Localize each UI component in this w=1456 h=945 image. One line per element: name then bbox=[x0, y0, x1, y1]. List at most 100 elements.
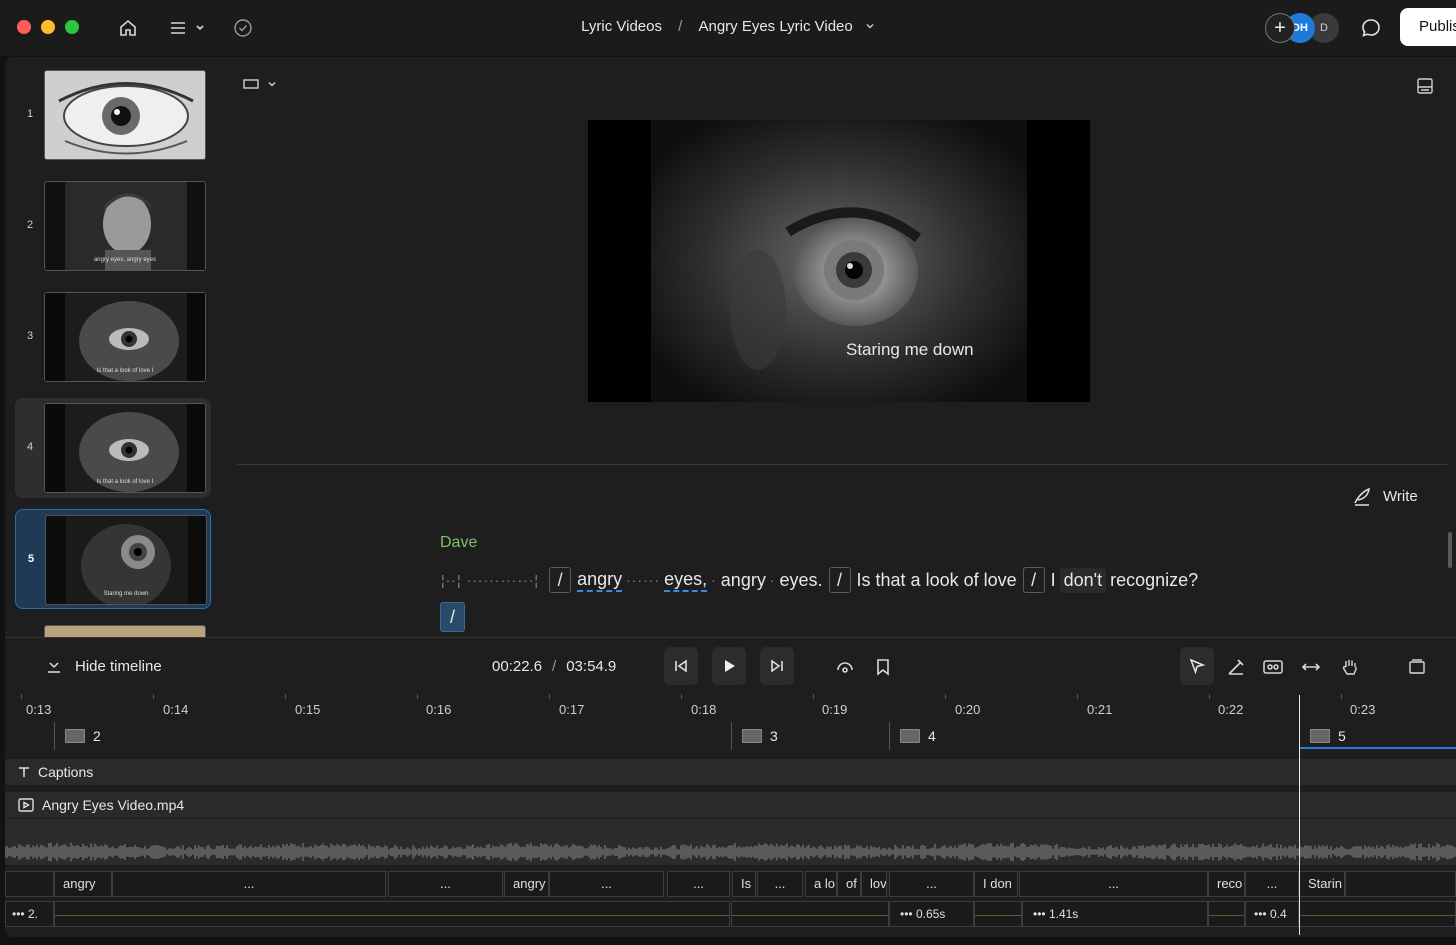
tick-mark bbox=[417, 694, 418, 699]
word-chip[interactable]: Starin bbox=[1299, 871, 1345, 897]
scene-marker-5[interactable]: 5 bbox=[1300, 722, 1346, 750]
scene-break[interactable]: / bbox=[549, 567, 572, 593]
scene-marker-3[interactable]: 3 bbox=[731, 722, 778, 750]
scene-item-3[interactable]: 3 Is that a look of love I bbox=[15, 287, 211, 387]
bookmark-icon[interactable] bbox=[871, 655, 895, 679]
scene-number: 4 bbox=[26, 441, 34, 453]
scene-number: 2 bbox=[26, 219, 34, 231]
script-word[interactable]: eyes. bbox=[780, 570, 823, 591]
pause-marker[interactable]: · bbox=[711, 572, 717, 588]
pause-chip[interactable]: ••• 1.41s bbox=[1022, 901, 1208, 927]
skip-forward-button[interactable] bbox=[760, 647, 794, 685]
tick-label: 0:16 bbox=[426, 702, 452, 717]
preview-frame-image bbox=[588, 120, 1090, 402]
aspect-ratio-dropdown[interactable] bbox=[243, 79, 277, 89]
scene-marker-4[interactable]: 4 bbox=[889, 722, 936, 750]
editor-panel: 1 2 angry eyes, angry eyes 3 Is that a l… bbox=[5, 57, 1456, 937]
hand-tool-icon[interactable] bbox=[1338, 655, 1362, 679]
pause-chip-empty[interactable] bbox=[731, 901, 889, 927]
scene-marker-thumbnail bbox=[1310, 729, 1330, 743]
comment-icon[interactable] bbox=[1357, 14, 1385, 42]
tick-mark bbox=[153, 694, 154, 699]
video-preview[interactable]: Staring me down bbox=[588, 120, 1090, 402]
word-chip[interactable]: a lo bbox=[805, 871, 837, 897]
current-time: 00:22.6 bbox=[492, 658, 543, 675]
media-track[interactable]: Angry Eyes Video.mp4 bbox=[5, 792, 1456, 818]
word-chip[interactable]: reco bbox=[1208, 871, 1245, 897]
script-word[interactable]: eyes, bbox=[664, 569, 708, 592]
script-word[interactable]: angry bbox=[577, 569, 623, 592]
word-chip[interactable]: lov bbox=[861, 871, 887, 897]
word-chip[interactable]: ... bbox=[388, 871, 503, 897]
scene-list: 1 2 angry eyes, angry eyes 3 Is that a l… bbox=[5, 57, 227, 637]
word-chip[interactable]: ... bbox=[889, 871, 974, 897]
preview-caption: Staring me down bbox=[846, 340, 974, 359]
pause-chip[interactable]: ••• 0.65s bbox=[889, 901, 974, 927]
scene-item-4[interactable]: 4 Is that a look of love I bbox=[15, 398, 211, 498]
play-button[interactable] bbox=[712, 647, 746, 685]
pause-marker[interactable]: ¦··¦ ············¦ bbox=[441, 572, 539, 588]
skip-back-button[interactable] bbox=[664, 647, 698, 685]
hide-timeline-button[interactable]: Hide timeline bbox=[45, 657, 162, 675]
tick-label: 0:18 bbox=[691, 702, 717, 717]
chevron-down-icon[interactable] bbox=[865, 18, 875, 35]
script-word[interactable]: don't bbox=[1059, 567, 1107, 593]
scene-marker-2[interactable]: 2 bbox=[54, 722, 101, 750]
word-chip[interactable]: ... bbox=[757, 871, 803, 897]
timeline-ruler[interactable]: 0:13 0:14 0:15 0:16 0:17 0:18 0:19 0:20 … bbox=[5, 694, 1456, 724]
scene-item-5[interactable]: 5 Staring me down bbox=[15, 509, 211, 609]
timeline-layout-icon[interactable] bbox=[1405, 655, 1429, 679]
pause-chip-empty[interactable] bbox=[1299, 901, 1456, 927]
pause-chip-empty[interactable] bbox=[1208, 901, 1245, 927]
tick-mark bbox=[21, 694, 22, 699]
captions-track[interactable]: Captions bbox=[5, 759, 1456, 785]
scene-break-active[interactable]: / bbox=[440, 602, 465, 632]
breadcrumb-parent[interactable]: Lyric Videos bbox=[581, 18, 662, 35]
script-word[interactable]: angry bbox=[721, 570, 766, 591]
breadcrumb-current[interactable]: Angry Eyes Lyric Video bbox=[698, 18, 852, 35]
word-chip[interactable]: of bbox=[837, 871, 861, 897]
add-collaborator-button[interactable]: + bbox=[1265, 13, 1295, 43]
script-phrase[interactable]: Is that a look of love bbox=[857, 570, 1017, 591]
pause-chip-empty[interactable] bbox=[54, 901, 730, 927]
timecode: 00:22.6 / 03:54.9 bbox=[492, 658, 616, 675]
word-chip[interactable]: ... bbox=[1019, 871, 1208, 897]
script-word[interactable]: recognize? bbox=[1110, 570, 1198, 591]
pause-chip-empty[interactable] bbox=[974, 901, 1022, 927]
select-tool-button[interactable] bbox=[1180, 647, 1214, 685]
pause-chip[interactable]: ••• 0.4 bbox=[1245, 901, 1299, 927]
scene-break[interactable]: / bbox=[828, 567, 851, 593]
word-chip[interactable] bbox=[1345, 871, 1456, 897]
scene-item-1[interactable]: 1 bbox=[15, 65, 211, 165]
write-button[interactable]: Write bbox=[1351, 485, 1418, 507]
pause-marker[interactable]: · bbox=[770, 572, 776, 588]
playhead[interactable] bbox=[1299, 695, 1300, 935]
publish-button[interactable]: Publis bbox=[1400, 8, 1456, 46]
pause-marker[interactable]: ······ bbox=[626, 572, 660, 588]
tick-label: 0:14 bbox=[163, 702, 189, 717]
script-word[interactable]: I bbox=[1051, 570, 1056, 591]
word-chip[interactable]: ... bbox=[549, 871, 664, 897]
blade-tool-icon[interactable] bbox=[1224, 655, 1248, 679]
pause-chip[interactable]: ••• 2. bbox=[5, 901, 54, 927]
word-chip[interactable]: I don bbox=[974, 871, 1018, 897]
loop-speed-icon[interactable] bbox=[833, 655, 857, 679]
stretch-icon[interactable] bbox=[1299, 655, 1323, 679]
layout-panel-icon[interactable] bbox=[1416, 77, 1434, 100]
word-chip[interactable] bbox=[5, 871, 54, 897]
clip-tool-icon[interactable] bbox=[1261, 655, 1285, 679]
scene-break[interactable]: / bbox=[1022, 567, 1045, 593]
word-chip[interactable]: Is bbox=[732, 871, 756, 897]
scene-item-6[interactable] bbox=[15, 620, 211, 637]
scene-item-2[interactable]: 2 angry eyes, angry eyes bbox=[15, 176, 211, 276]
skip-forward-icon bbox=[771, 659, 783, 673]
script-scrollbar[interactable] bbox=[1448, 532, 1452, 568]
word-chip[interactable]: ... bbox=[1245, 871, 1299, 897]
script-text[interactable]: ¦··¦ ············¦ / angry ······ eyes, … bbox=[437, 565, 1198, 595]
word-chip[interactable]: ... bbox=[112, 871, 386, 897]
word-chip[interactable]: ... bbox=[667, 871, 730, 897]
speaker-name[interactable]: Dave bbox=[440, 534, 477, 552]
audio-waveform[interactable] bbox=[5, 819, 1456, 865]
word-chip[interactable]: angry bbox=[54, 871, 112, 897]
word-chip[interactable]: angry bbox=[504, 871, 549, 897]
